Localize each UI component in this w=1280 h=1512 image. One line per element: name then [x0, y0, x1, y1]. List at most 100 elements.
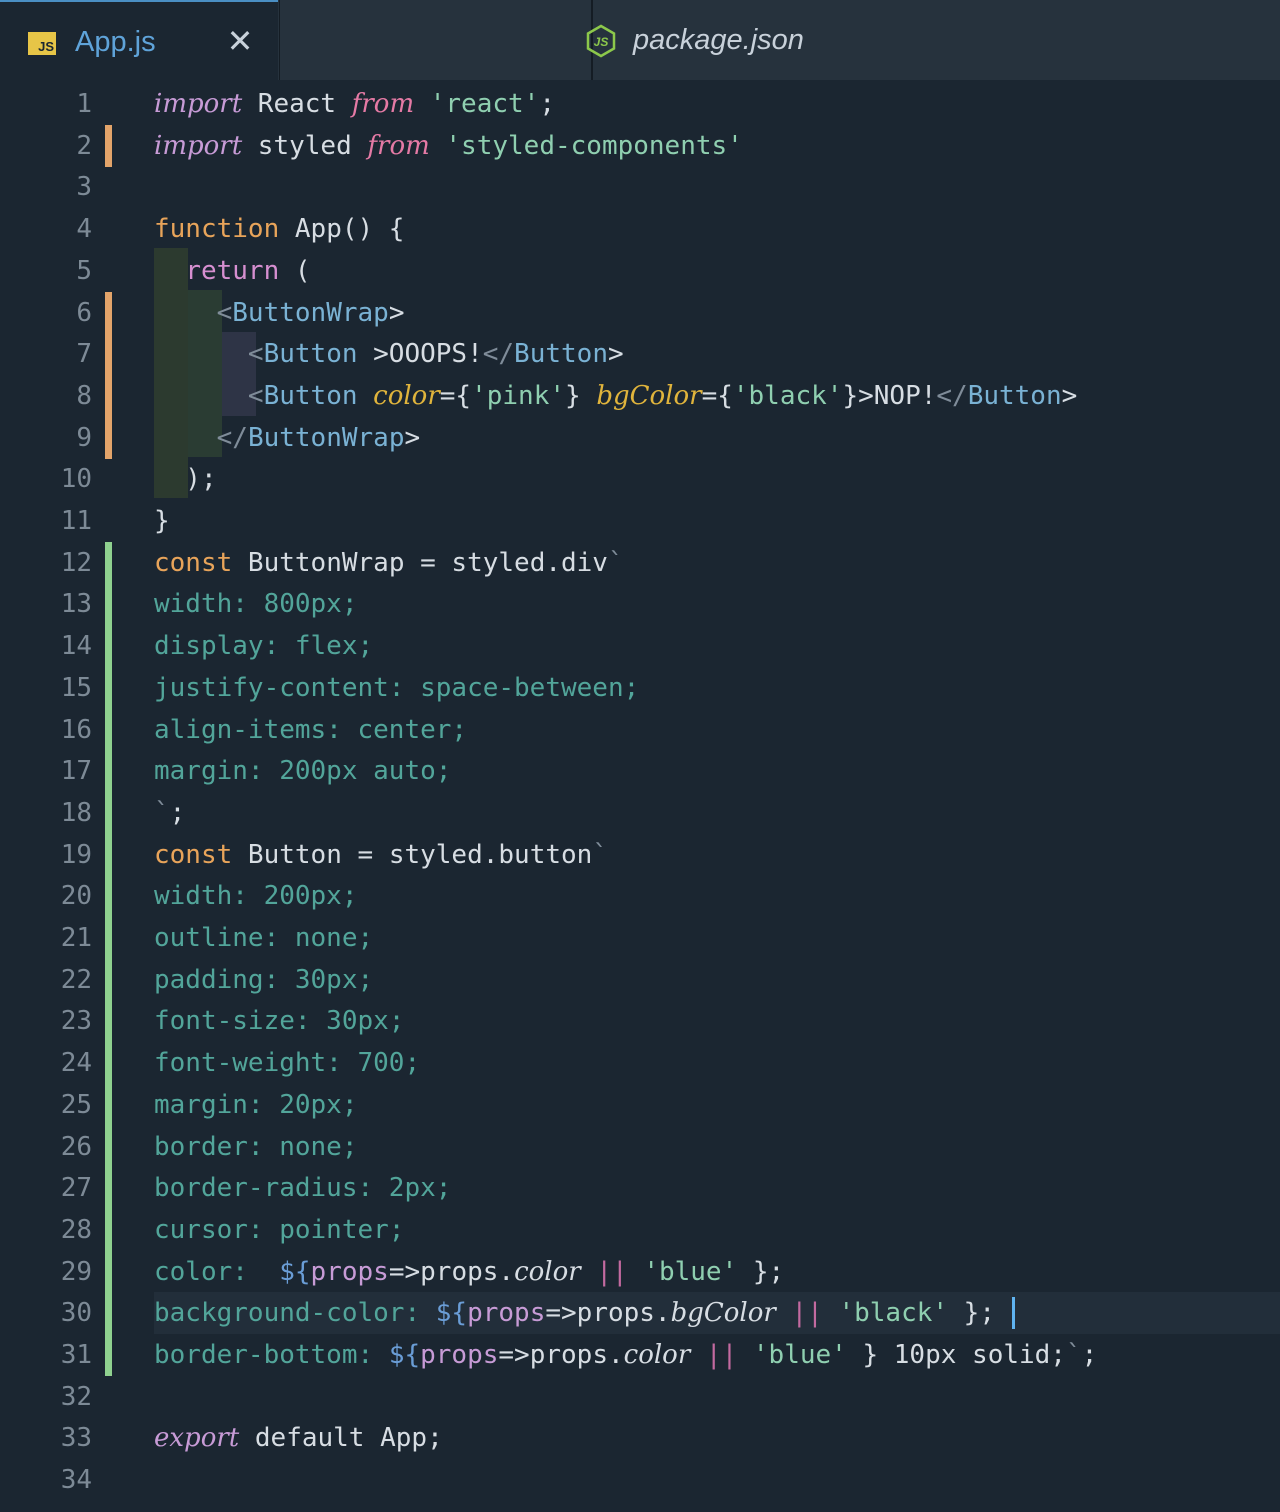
code-text: import React from 'react'; [154, 89, 555, 119]
git-added-marker [105, 1334, 112, 1376]
text-cursor [1012, 1297, 1015, 1330]
git-added-marker [105, 1125, 112, 1168]
code-line[interactable]: 21 outline: none; [0, 917, 1280, 959]
close-icon[interactable]: ✕ [226, 24, 254, 58]
line-number: 19 [60, 839, 92, 870]
code-line[interactable]: 7 <Button >OOOPS!</Button> [0, 333, 1280, 376]
code-line[interactable]: 6 <ButtonWrap> [0, 291, 1280, 334]
code-line[interactable]: 20 width: 200px; [0, 875, 1280, 918]
code-line[interactable]: 9 </ButtonWrap> [0, 416, 1280, 459]
line-number: 6 [76, 297, 92, 328]
line-number: 34 [60, 1465, 92, 1496]
git-modified-marker [105, 416, 112, 459]
code-text: const Button = styled.button` [154, 839, 608, 870]
code-text: } [154, 506, 170, 536]
line-number: 17 [60, 756, 92, 787]
git-added-marker [105, 1250, 112, 1293]
code-text: color: ${props=>props.color || 'blue' }; [154, 1256, 785, 1287]
nodejs-icon: JS [586, 24, 616, 58]
line-number: 18 [60, 797, 92, 828]
code-line[interactable]: 33 export default App; [0, 1417, 1280, 1459]
tab-package-json[interactable]: JS package.json [279, 0, 804, 80]
git-added-marker [105, 583, 112, 626]
git-added-marker [105, 917, 112, 959]
code-line[interactable]: 3 [0, 166, 1280, 208]
git-added-marker [105, 1292, 112, 1335]
code-line[interactable]: 11} [0, 500, 1280, 542]
tab-app-js[interactable]: JS App.js ✕ [0, 0, 278, 80]
git-modified-marker [105, 291, 112, 334]
code-line[interactable]: 18 `; [0, 791, 1280, 834]
tab-label: App.js [75, 26, 156, 58]
code-line[interactable]: 17 margin: 200px auto; [0, 750, 1280, 793]
line-number: 24 [60, 1048, 92, 1079]
code-text: export default App; [154, 1423, 443, 1454]
code-text: ); [154, 464, 217, 495]
code-line[interactable]: 34 [0, 1459, 1280, 1501]
code-line[interactable]: 31 border-bottom: ${props=>props.color ||… [0, 1334, 1280, 1376]
code-line[interactable]: 12 const ButtonWrap = styled.div` [0, 541, 1280, 584]
line-number: 23 [60, 1006, 92, 1037]
code-line[interactable]: 8 <Button color={'pink'} bgColor={'black… [0, 374, 1280, 417]
code-text: border-radius: 2px; [154, 1173, 452, 1204]
git-added-marker [105, 958, 112, 1001]
code-line[interactable]: 13 width: 800px; [0, 583, 1280, 626]
tab-label: package.json [633, 24, 804, 56]
git-modified-marker [105, 374, 112, 417]
code-text: `; [154, 797, 186, 828]
code-text: align-items: center; [154, 714, 468, 745]
code-line[interactable]: 26 border: none; [0, 1125, 1280, 1168]
line-number: 32 [60, 1381, 92, 1412]
line-number: 9 [76, 422, 92, 453]
code-line[interactable]: 14 display: flex; [0, 625, 1280, 668]
code-text: display: flex; [154, 631, 374, 662]
line-number: 10 [60, 464, 92, 495]
code-line[interactable]: 27 border-radius: 2px; [0, 1167, 1280, 1210]
code-text: const ButtonWrap = styled.div` [154, 547, 624, 578]
code-text: font-size: 30px; [154, 1006, 405, 1037]
git-added-marker [105, 1083, 112, 1126]
line-number: 2 [76, 130, 92, 161]
code-line[interactable]: 24 font-weight: 700; [0, 1042, 1280, 1085]
code-line[interactable]: 2 import styled from 'styled-components' [0, 124, 1280, 167]
git-added-marker [105, 708, 112, 751]
code-line[interactable]: 30 background-color: ${props=>props.bgCol… [0, 1292, 1280, 1335]
git-added-marker [105, 1167, 112, 1210]
code-line[interactable]: 4 function App() { [0, 208, 1280, 250]
line-number: 7 [76, 339, 92, 370]
line-number: 1 [76, 89, 92, 119]
line-number: 25 [60, 1089, 92, 1120]
git-added-marker [105, 625, 112, 668]
tab-bar: JS App.js ✕ JS package.json [0, 0, 1280, 80]
code-line[interactable]: 25 margin: 20px; [0, 1083, 1280, 1126]
git-modified-marker [105, 333, 112, 376]
code-line[interactable]: 16 align-items: center; [0, 708, 1280, 751]
git-modified-marker [105, 124, 112, 167]
line-number: 30 [60, 1298, 92, 1329]
code-text: justify-content: space-between; [154, 672, 640, 703]
code-line[interactable]: 22 padding: 30px; [0, 958, 1280, 1001]
code-text: import styled from 'styled-components' [154, 130, 743, 161]
line-number: 16 [60, 714, 92, 745]
code-text: </ButtonWrap> [216, 422, 421, 453]
code-text: border-bottom: ${props=>props.color || '… [154, 1340, 1098, 1370]
line-number: 26 [60, 1131, 92, 1162]
code-line[interactable]: 19 const Button = styled.button` [0, 833, 1280, 876]
line-number: 29 [60, 1256, 92, 1287]
code-line[interactable]: 23 font-size: 30px; [0, 1000, 1280, 1043]
code-line[interactable]: 15 justify-content: space-between; [0, 666, 1280, 709]
code-editor[interactable]: 1 import React from 'react'; 2 import style… [0, 80, 1280, 1512]
code-text: padding: 30px; [154, 964, 374, 995]
line-number: 28 [60, 1214, 92, 1245]
code-line[interactable]: 32 [0, 1376, 1280, 1418]
code-line[interactable]: 28 cursor: pointer; [0, 1208, 1280, 1251]
code-line[interactable]: 29 color: ${props=>props.color || 'blue' … [0, 1250, 1280, 1293]
line-number: 27 [60, 1173, 92, 1204]
git-added-marker [105, 1000, 112, 1043]
git-added-marker [105, 833, 112, 876]
git-added-marker [105, 750, 112, 793]
code-line[interactable]: 10 ); [0, 458, 1280, 500]
code-text: <Button color={'pink'} bgColor={'black'}… [247, 380, 1078, 411]
code-line[interactable]: 1 import React from 'react'; [0, 83, 1280, 125]
code-line[interactable]: 5 return ( [0, 250, 1280, 292]
